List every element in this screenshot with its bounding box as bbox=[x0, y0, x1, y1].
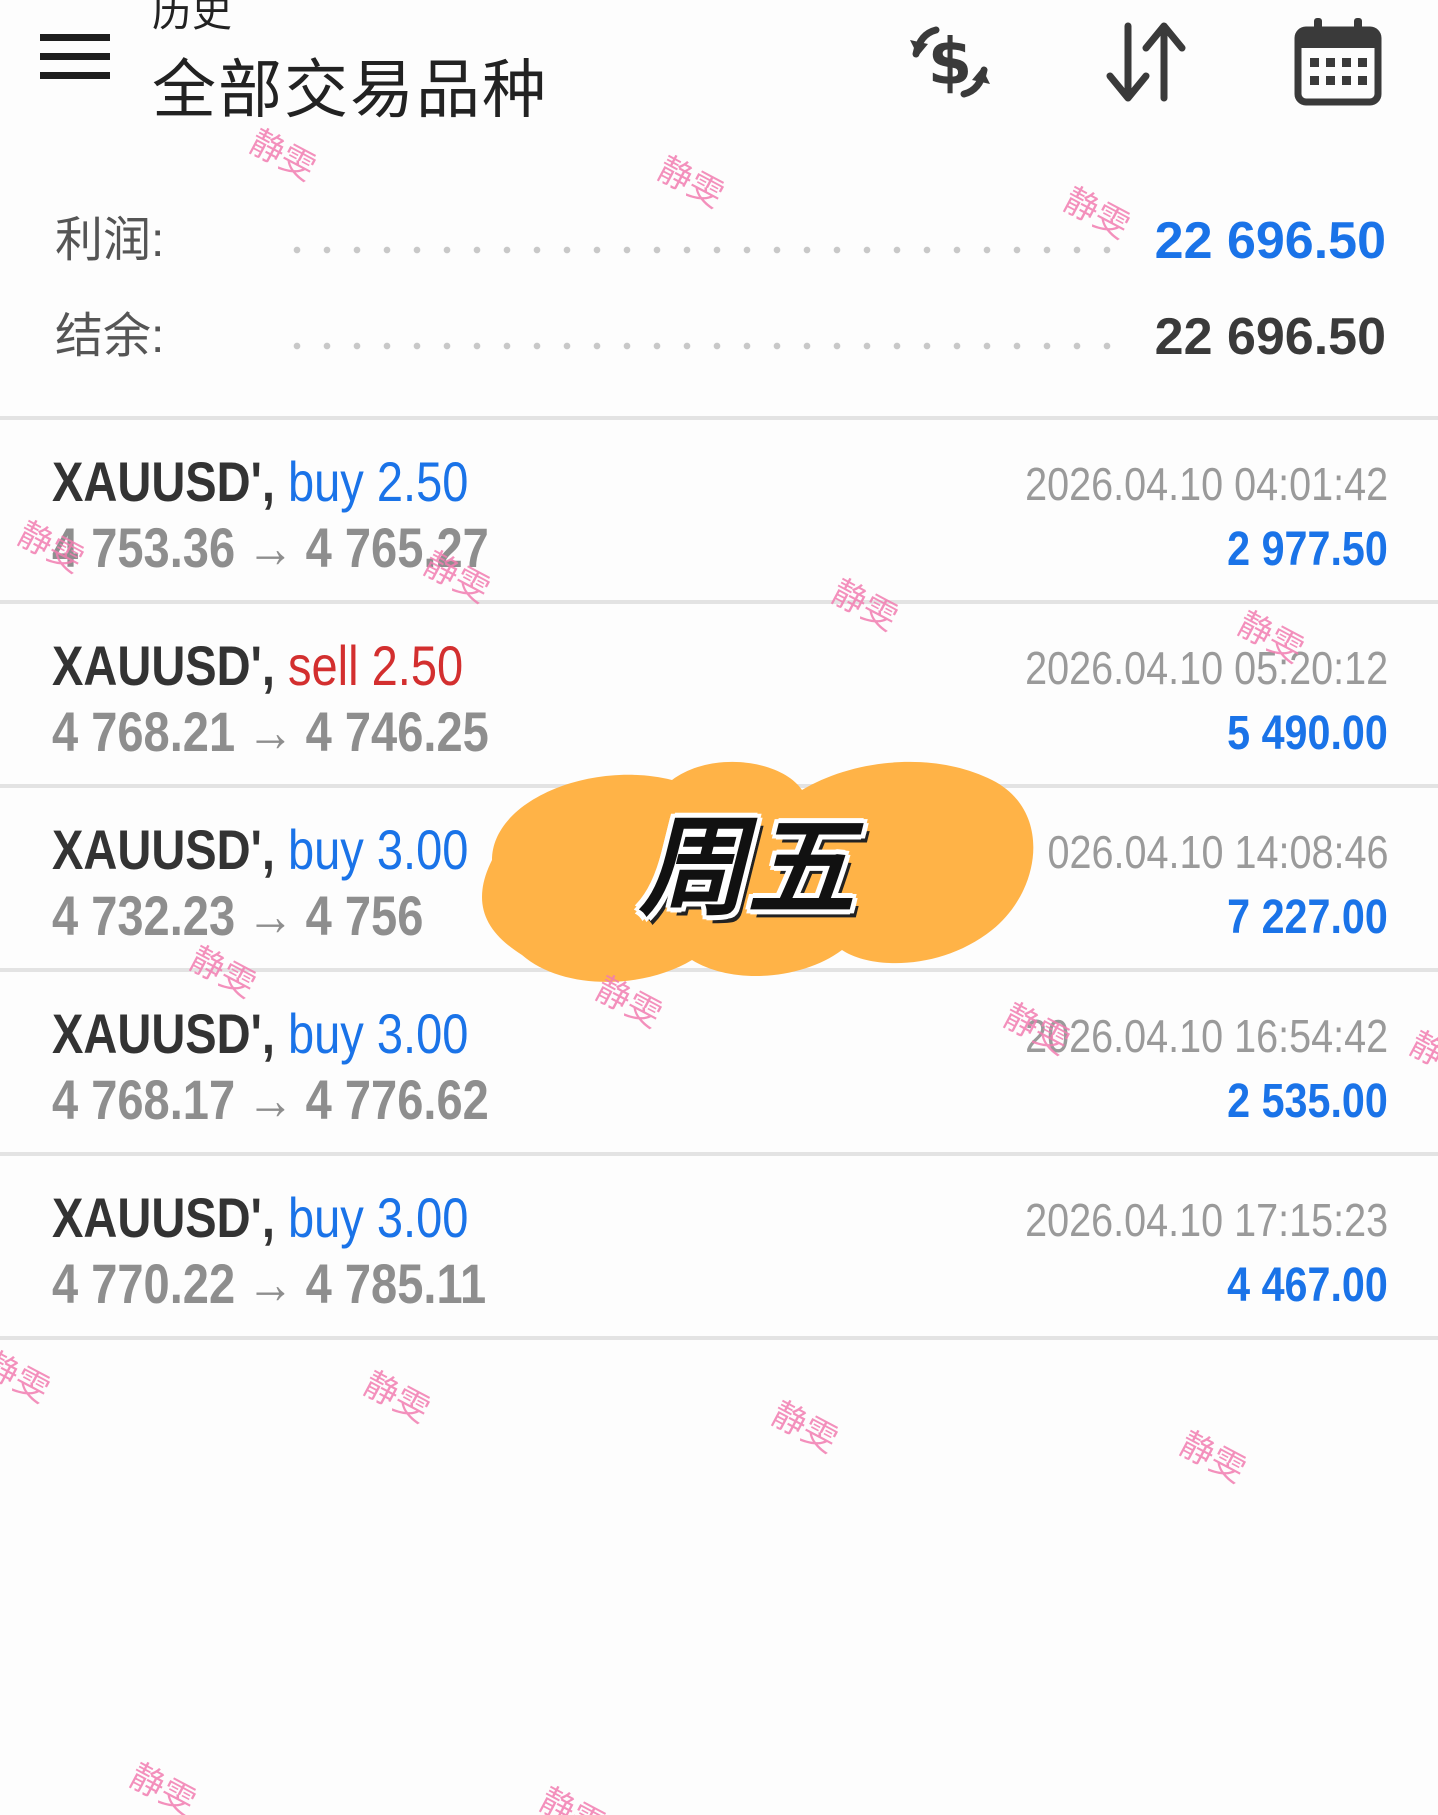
watermark: 静雯 bbox=[533, 1780, 612, 1815]
watermark: 静雯 bbox=[0, 1344, 56, 1411]
trade-prices: 4 770.22 → 4 785.11 bbox=[52, 1252, 486, 1316]
trade-header: XAUUSD', buy 3.00 bbox=[52, 1002, 469, 1065]
sticker-label: 周五 bbox=[638, 807, 855, 928]
trade-time: 026.04.10 14:08:46 bbox=[1047, 826, 1388, 878]
app-header: 历史 全部交易品种 $ bbox=[0, 0, 1438, 140]
trade-time: 2026.04.10 16:54:42 bbox=[1025, 1010, 1388, 1062]
trade-prices: 4 732.23 → 4 756 bbox=[52, 884, 423, 948]
trade-prices: 4 768.21 → 4 746.25 bbox=[52, 700, 489, 764]
sort-icon[interactable] bbox=[1098, 14, 1194, 110]
open-price: 4 770.22 bbox=[52, 1252, 236, 1315]
close-price: 4 785.11 bbox=[305, 1252, 487, 1315]
trade-prices: 4 768.17 → 4 776.62 bbox=[52, 1068, 489, 1132]
trade-symbol: XAUUSD' bbox=[52, 1186, 262, 1249]
watermark: 静雯 bbox=[765, 1394, 844, 1461]
trade-header: XAUUSD', buy 2.50 bbox=[52, 450, 469, 513]
trade-time: 2026.04.10 05:20:12 bbox=[1025, 642, 1388, 694]
trade-volume: 2.50 bbox=[371, 634, 464, 697]
trade-side: buy bbox=[287, 1002, 364, 1065]
header-subtitle: 历史 bbox=[152, 0, 232, 35]
trade-header: XAUUSD', buy 3.00 bbox=[52, 818, 469, 881]
trade-profit: 7 227.00 bbox=[1227, 891, 1388, 944]
trade-time: 2026.04.10 17:15:23 bbox=[1025, 1194, 1388, 1246]
arrow-right-icon: → bbox=[246, 700, 294, 763]
trade-side: sell bbox=[287, 634, 359, 697]
watermark: 静雯 bbox=[123, 1756, 202, 1815]
dotted-leader bbox=[282, 342, 1118, 350]
watermark: 静雯 bbox=[357, 1364, 436, 1431]
trade-profit: 4 467.00 bbox=[1227, 1259, 1388, 1312]
trade-side: buy bbox=[287, 818, 364, 881]
trade-row[interactable]: XAUUSD', buy 3.00 4 770.22 → 4 785.11 2026… bbox=[0, 1156, 1438, 1336]
arrow-right-icon: → bbox=[246, 1068, 294, 1131]
open-price: 4 768.21 bbox=[52, 700, 236, 763]
trade-symbol: XAUUSD' bbox=[52, 634, 262, 697]
divider bbox=[0, 1336, 1438, 1340]
trade-volume: 3.00 bbox=[376, 1186, 469, 1249]
calendar-icon[interactable] bbox=[1290, 14, 1386, 110]
trade-profit: 2 535.00 bbox=[1227, 1075, 1388, 1128]
balance-value: 22 696.50 bbox=[1154, 308, 1386, 366]
arrow-right-icon: → bbox=[246, 884, 294, 947]
trade-profit: 5 490.00 bbox=[1227, 707, 1388, 760]
watermark: 静雯 bbox=[1173, 1424, 1252, 1491]
dotted-leader bbox=[282, 246, 1118, 254]
trade-volume: 2.50 bbox=[376, 450, 469, 513]
svg-text:$: $ bbox=[928, 26, 973, 100]
close-price: 4 776.62 bbox=[305, 1068, 489, 1131]
trade-side: buy bbox=[287, 1186, 364, 1249]
balance-label: 结余: bbox=[55, 310, 165, 363]
trade-row[interactable]: XAUUSD', buy 2.50 4 753.36 → 4 765.27 2026… bbox=[0, 420, 1438, 600]
trade-symbol: XAUUSD' bbox=[52, 818, 262, 881]
trade-row[interactable]: XAUUSD', buy 3.00 4 768.17 → 4 776.62 2026… bbox=[0, 972, 1438, 1152]
trade-header: XAUUSD', sell 2.50 bbox=[52, 634, 464, 697]
profit-summary-row: 利润: 22 696.50 bbox=[0, 206, 1438, 276]
symbol-filter-title[interactable]: 全部交易品种 bbox=[152, 50, 548, 130]
menu-icon[interactable] bbox=[40, 34, 110, 80]
profit-value: 22 696.50 bbox=[1154, 212, 1386, 270]
balance-summary-row: 结余: 22 696.50 bbox=[0, 302, 1438, 372]
arrow-right-icon: → bbox=[246, 516, 294, 579]
trade-symbol: XAUUSD' bbox=[52, 1002, 262, 1065]
weekday-sticker: 周五 bbox=[452, 740, 1042, 990]
trade-profit: 2 977.50 bbox=[1227, 523, 1388, 576]
arrow-right-icon: → bbox=[246, 1252, 294, 1315]
open-price: 4 768.17 bbox=[52, 1068, 236, 1131]
trade-header: XAUUSD', buy 3.00 bbox=[52, 1186, 469, 1249]
close-price: 4 756 bbox=[305, 884, 424, 947]
trade-volume: 3.00 bbox=[376, 1002, 469, 1065]
currency-exchange-icon[interactable]: $ bbox=[902, 14, 998, 110]
profit-label: 利润: bbox=[55, 214, 165, 267]
trade-side: buy bbox=[287, 450, 364, 513]
trade-time: 2026.04.10 04:01:42 bbox=[1025, 458, 1388, 510]
trade-symbol: XAUUSD' bbox=[52, 450, 262, 513]
